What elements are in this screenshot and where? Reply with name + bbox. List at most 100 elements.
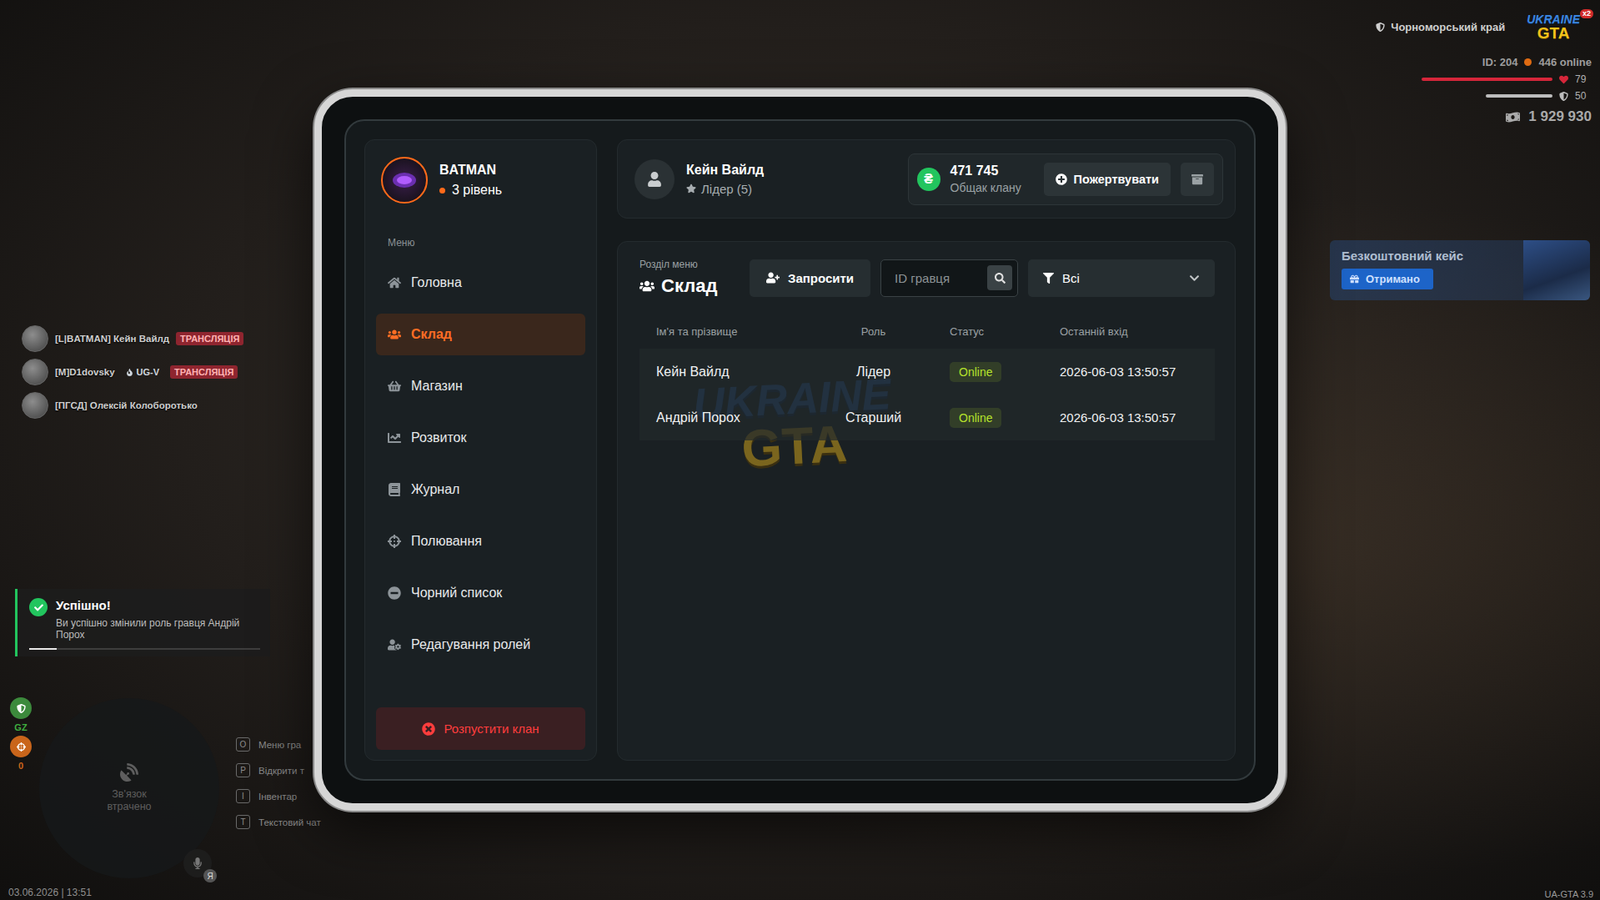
case-button[interactable]: Отримано [1341,268,1434,290]
player-name: Кейн Вайлд [686,162,764,178]
voice-avatar [21,325,49,352]
bank-amount: 471 745 [950,163,1034,179]
content-card: Розділ менюСкладЗапроситиВсіUKRAINEGTAІм… [616,240,1236,761]
bank-label: Общак клану [950,180,1034,195]
hryvnia-icon: ₴ [917,167,941,191]
health-value: 79 [1574,73,1592,86]
voice-avatar [21,358,49,386]
armor-bar [1421,94,1553,98]
notification-title: Успішно! [55,597,244,612]
plus-icon [1055,173,1068,186]
close-circle-icon [421,722,436,736]
sidebar-item[interactable]: Журнал [376,468,586,511]
sidebar-item[interactable]: Склад [376,313,586,356]
table-row[interactable]: Андрій ПорохСтаршийOnline2026-06-03 13:5… [639,394,1215,441]
hud: Чорноморський край UKRAINEGTAx2 ID: 204 446… [1375,11,1592,126]
dissolve-clan-button[interactable]: Розпустити клан [376,707,586,750]
mic-button[interactable]: Я [183,848,212,878]
server-logo: UKRAINEGTAx2 [1523,11,1592,43]
tablet-screen: BATMAN 3 рівень Меню Головна Склад Магазин Роз… [344,119,1256,781]
voice-name: [M]D1dovsky [55,366,116,377]
star-icon [686,183,697,194]
search-button[interactable] [987,265,1013,291]
key-hints: OМеню граPВідкрити тIІнвентарTТекстовий … [235,737,322,829]
notification-texts: Успішно! Ви успішно змінили роль гравця А… [55,597,244,642]
success-notification: Успішно! Ви успішно змінили роль гравця А… [15,588,271,657]
hud-top: Чорноморський край UKRAINEGTAx2 [1375,11,1592,43]
section-title: Склад [639,275,740,297]
online-count: 446 online [1538,55,1592,69]
money: 1 929 930 [1505,108,1592,126]
donate-button[interactable]: Пожертвувати [1043,162,1171,196]
armor-value: 50 [1574,90,1592,102]
sidebar-item[interactable]: Головна [376,261,586,304]
gift-icon [1349,274,1360,284]
clan-bank: ₴ 471 745Общак клану Пожертвувати [907,153,1224,206]
column-header: Роль [830,325,950,338]
table-rows: Кейн ВайлдЛідерOnline2026-06-03 13:50:57… [639,348,1215,441]
player-avatar [634,159,675,200]
key-cap: I [235,788,251,803]
count-label: 0 [18,760,24,771]
status-badge: Online [949,361,1002,382]
toolbar: Розділ менюСкладЗапросити Всі [639,258,1215,297]
player-box: Кейн ВайлдЛідер (5) [634,159,764,200]
key-label: Інвентар [258,791,297,802]
menu-item-icon [387,637,402,652]
voice-row: [M]D1dovskyUG-VТРАНСЛЯЦІЯ [21,358,244,386]
armor-stat: 50 [1421,90,1592,102]
clan-profile: BATMAN 3 рівень [376,155,586,206]
menu-item-icon [387,327,402,342]
key-label: Меню гра [258,739,301,750]
key-label: Текстовий чат [258,817,322,828]
menu-label: Меню [376,236,586,249]
sidebar-item[interactable]: Редагування ролей [376,623,586,666]
member-role: Старший [830,410,950,426]
invite-button[interactable]: Запросити [749,259,871,297]
player-texts: Кейн ВайлдЛідер (5) [686,162,764,196]
zone-label: GZ [14,722,27,733]
key-label: Відкрити т [258,765,305,776]
filter-select[interactable]: Всі [1028,259,1215,297]
check-icon [29,597,48,617]
notification-progress-fill [29,647,57,650]
notification-text: Ви успішно змінили роль гравця Андрій По… [55,616,244,642]
archive-button[interactable] [1180,162,1214,196]
health-stat: 79 [1421,73,1592,86]
free-case-widget: Безкоштовний кейсОтримано [1329,240,1590,301]
column-header: Статус [949,325,1060,338]
zone-icon [10,697,32,719]
level-dot [439,187,446,194]
case-texts: Безкоштовний кейсОтримано [1329,240,1524,301]
last-login: 2026-06-03 13:50:57 [1059,364,1199,379]
microphone-icon [191,857,204,869]
sidebar-item[interactable]: Розвиток [376,416,586,459]
logo-badge: x2 [1579,9,1594,19]
table-row[interactable]: Кейн ВайлдЛідерOnline2026-06-03 13:50:57 [639,348,1215,395]
search-input[interactable] [892,270,983,286]
key-hint: TТекстовий чат [235,814,322,829]
header-card: Кейн ВайлдЛідер (5) ₴ 471 745Общак клану По… [616,139,1236,219]
filter-icon [1043,272,1054,284]
menu-item-icon [387,379,402,393]
org-icon [125,368,134,377]
archive-icon [1191,173,1204,186]
health-bar [1421,77,1553,81]
sidebar-item[interactable]: Магазин [376,365,586,407]
logo-line: UKRAINE [1526,13,1580,26]
clan-level: 3 рівень [439,182,502,198]
sidebar-item[interactable]: Чорний список [376,571,586,614]
column-header: Ім'я та прізвище [656,325,831,338]
case-button-label: Отримано [1365,272,1420,286]
main-panel: Кейн ВайлдЛідер (5) ₴ 471 745Общак клану По… [616,139,1236,761]
section-title-block: Розділ менюСклад [639,258,740,297]
armor-fill [1485,94,1553,98]
online-dot [1524,58,1532,66]
sidebar-item[interactable]: Полювання [376,520,586,562]
clan-avatar [381,156,428,204]
player-id: ID: 204 [1482,55,1519,69]
user-plus-icon [766,270,780,285]
region: Чорноморський край [1375,20,1505,34]
clan-name: BATMAN [439,162,502,178]
notification-progress [29,647,261,650]
